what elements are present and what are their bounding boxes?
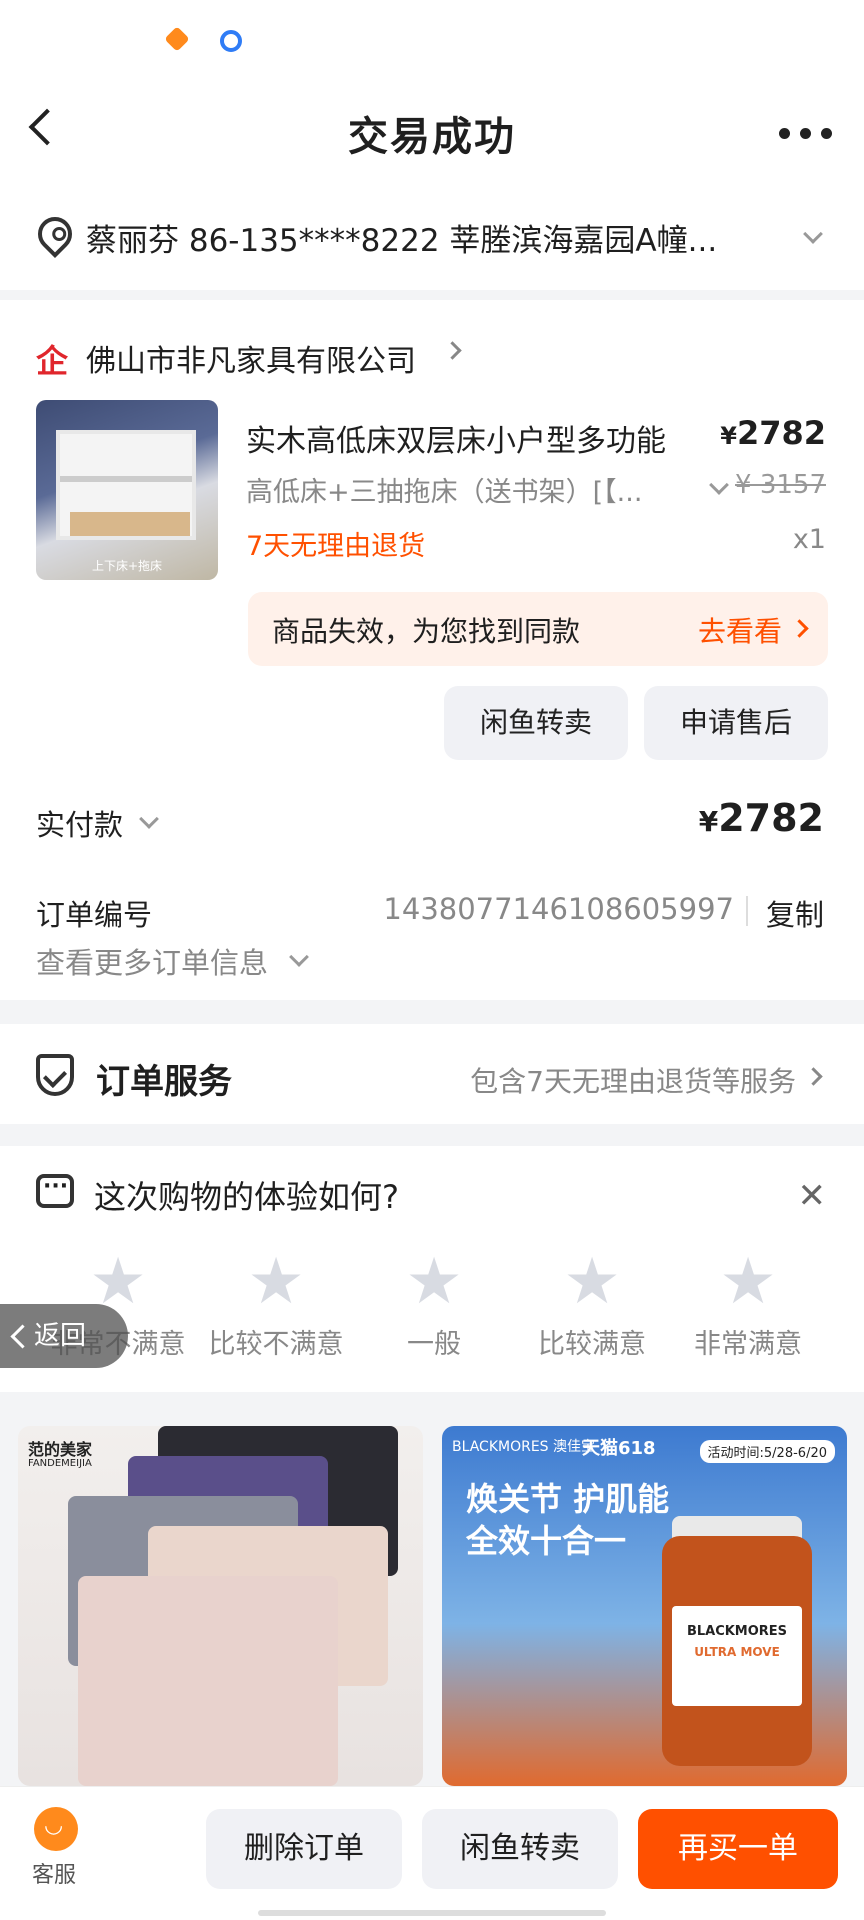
delete-order-button[interactable]: 删除订单: [206, 1809, 402, 1889]
product-price: ¥2782: [720, 414, 826, 452]
address-text: 蔡丽芬 86-135****8222 莘塍滨海嘉园A幢...: [86, 223, 718, 259]
navigation-bar: 交易成功: [0, 100, 864, 170]
customer-service-icon[interactable]: [34, 1807, 78, 1851]
app-notification-icon: [164, 26, 190, 52]
buy-again-button[interactable]: 再买一单: [638, 1809, 838, 1889]
after-sale-button[interactable]: 申请售后: [644, 686, 828, 760]
product-image-caption: 上下床+拖床: [91, 559, 163, 573]
floating-back-button[interactable]: 返回: [0, 1304, 128, 1368]
rec-date: 活动时间:5/28-6/20: [699, 1440, 835, 1463]
more-order-info-link[interactable]: 查看更多订单信息: [36, 940, 268, 982]
rating-satisfied[interactable]: ★ 比较满意: [512, 1246, 672, 1361]
more-icon[interactable]: [779, 128, 832, 139]
order-service-row[interactable]: 订单服务 包含7天无理由退货等服务: [0, 1024, 864, 1124]
service-title: 订单服务: [96, 1062, 232, 1102]
rec-brand-en: FANDEMEIJIA: [28, 1458, 92, 1469]
invalid-product-notice[interactable]: 商品失效，为您找到同款 去看看: [248, 592, 828, 666]
star-icon: ★: [247, 1245, 305, 1319]
chevron-right-icon: [804, 1067, 823, 1086]
rating-dissatisfied[interactable]: ★ 比较不满意: [196, 1246, 356, 1361]
rating-label: 比较满意: [538, 1329, 646, 1360]
rec-headline: 焕关节 护肌能 全效十合一: [466, 1480, 670, 1560]
feedback-card: 这次购物的体验如何? ✕ ★ 非常不满意 ★ 比较不满意 ★ 一般 ★ 比较满意…: [0, 1146, 864, 1392]
rec-tmall: 天猫618: [582, 1438, 656, 1459]
rating-label: 比较不满意: [208, 1329, 344, 1360]
rating-neutral[interactable]: ★ 一般: [354, 1246, 514, 1361]
order-number-label: 订单编号: [36, 898, 153, 932]
chevron-right-icon: [443, 341, 462, 360]
product-photo-shape: [78, 1576, 338, 1786]
chevron-right-icon: [790, 619, 809, 638]
product-title[interactable]: 实木高低床双层床小户型多功能: [246, 416, 666, 460]
resell-button[interactable]: 闲鱼转卖: [422, 1809, 618, 1889]
close-icon[interactable]: ✕: [798, 1176, 827, 1216]
bottom-action-bar: 客服 删除订单 闲鱼转卖 再买一单: [0, 1786, 864, 1920]
home-indicator: [258, 1910, 606, 1916]
quantity: x1: [792, 524, 826, 555]
refund-tag: 7天无理由退货: [246, 531, 426, 562]
bed-illustration: [56, 430, 196, 540]
copy-button[interactable]: 复制: [766, 892, 824, 934]
recommend-card-lingerie[interactable]: 范的美家 FANDEMEIJIA: [18, 1426, 423, 1786]
chevron-down-icon[interactable]: [289, 947, 309, 967]
shield-icon: [36, 1054, 74, 1096]
paid-amount: ¥2782: [698, 796, 824, 840]
shop-name[interactable]: 佛山市非凡家具有限公司: [86, 336, 416, 380]
chevron-down-icon[interactable]: [139, 809, 159, 829]
page-title: 交易成功: [348, 114, 516, 160]
order-number: 1438077146108605997: [383, 892, 734, 926]
service-desc: 包含7天无理由退货等服务: [470, 1065, 796, 1098]
go-see-link[interactable]: 去看看: [698, 610, 782, 650]
divider: [746, 896, 748, 926]
bottle-label: BLACKMORES ULTRA MOVE: [672, 1606, 802, 1706]
star-icon: ★: [719, 1245, 777, 1319]
shop-icon: 企: [36, 342, 69, 380]
rating-label: 非常满意: [694, 1329, 802, 1360]
order-card: 企 佛山市非凡家具有限公司 上下床+拖床 实木高低床双层床小户型多功能 ¥278…: [0, 300, 864, 1000]
star-icon: ★: [563, 1245, 621, 1319]
invalid-notice-text: 商品失效，为您找到同款: [272, 615, 581, 648]
product-image[interactable]: 上下床+拖床: [36, 400, 218, 580]
top-header: 交易成功 蔡丽芬 86-135****8222 莘塍滨海嘉园A幢...: [0, 0, 864, 290]
sku-chevron-down-icon[interactable]: [709, 475, 729, 495]
resell-button[interactable]: 闲鱼转卖: [444, 686, 628, 760]
product-sku[interactable]: 高低床+三抽拖床（送书架）[【...: [246, 470, 696, 509]
location-pin-icon: [30, 209, 80, 259]
chat-icon: [36, 1174, 74, 1208]
rec-brand: 范的美家: [28, 1440, 93, 1459]
star-icon: ★: [405, 1245, 463, 1319]
original-price: ¥ 3157: [735, 470, 826, 500]
chevron-down-icon: [803, 224, 823, 244]
feedback-title: 这次购物的体验如何?: [94, 1178, 399, 1216]
paid-label[interactable]: 实付款: [36, 802, 123, 844]
status-icons: [164, 26, 242, 52]
location-status-icon: [220, 30, 242, 52]
rating-very-satisfied[interactable]: ★ 非常满意: [668, 1246, 828, 1361]
customer-service-label[interactable]: 客服: [32, 1857, 76, 1889]
recommend-card-supplement[interactable]: BLACKMORES 澳佳宝 × 天猫618 活动时间:5/28-6/20 焕关…: [442, 1426, 847, 1786]
rating-label: 一般: [407, 1329, 461, 1360]
address-row[interactable]: 蔡丽芬 86-135****8222 莘塍滨海嘉园A幢...: [0, 205, 864, 265]
